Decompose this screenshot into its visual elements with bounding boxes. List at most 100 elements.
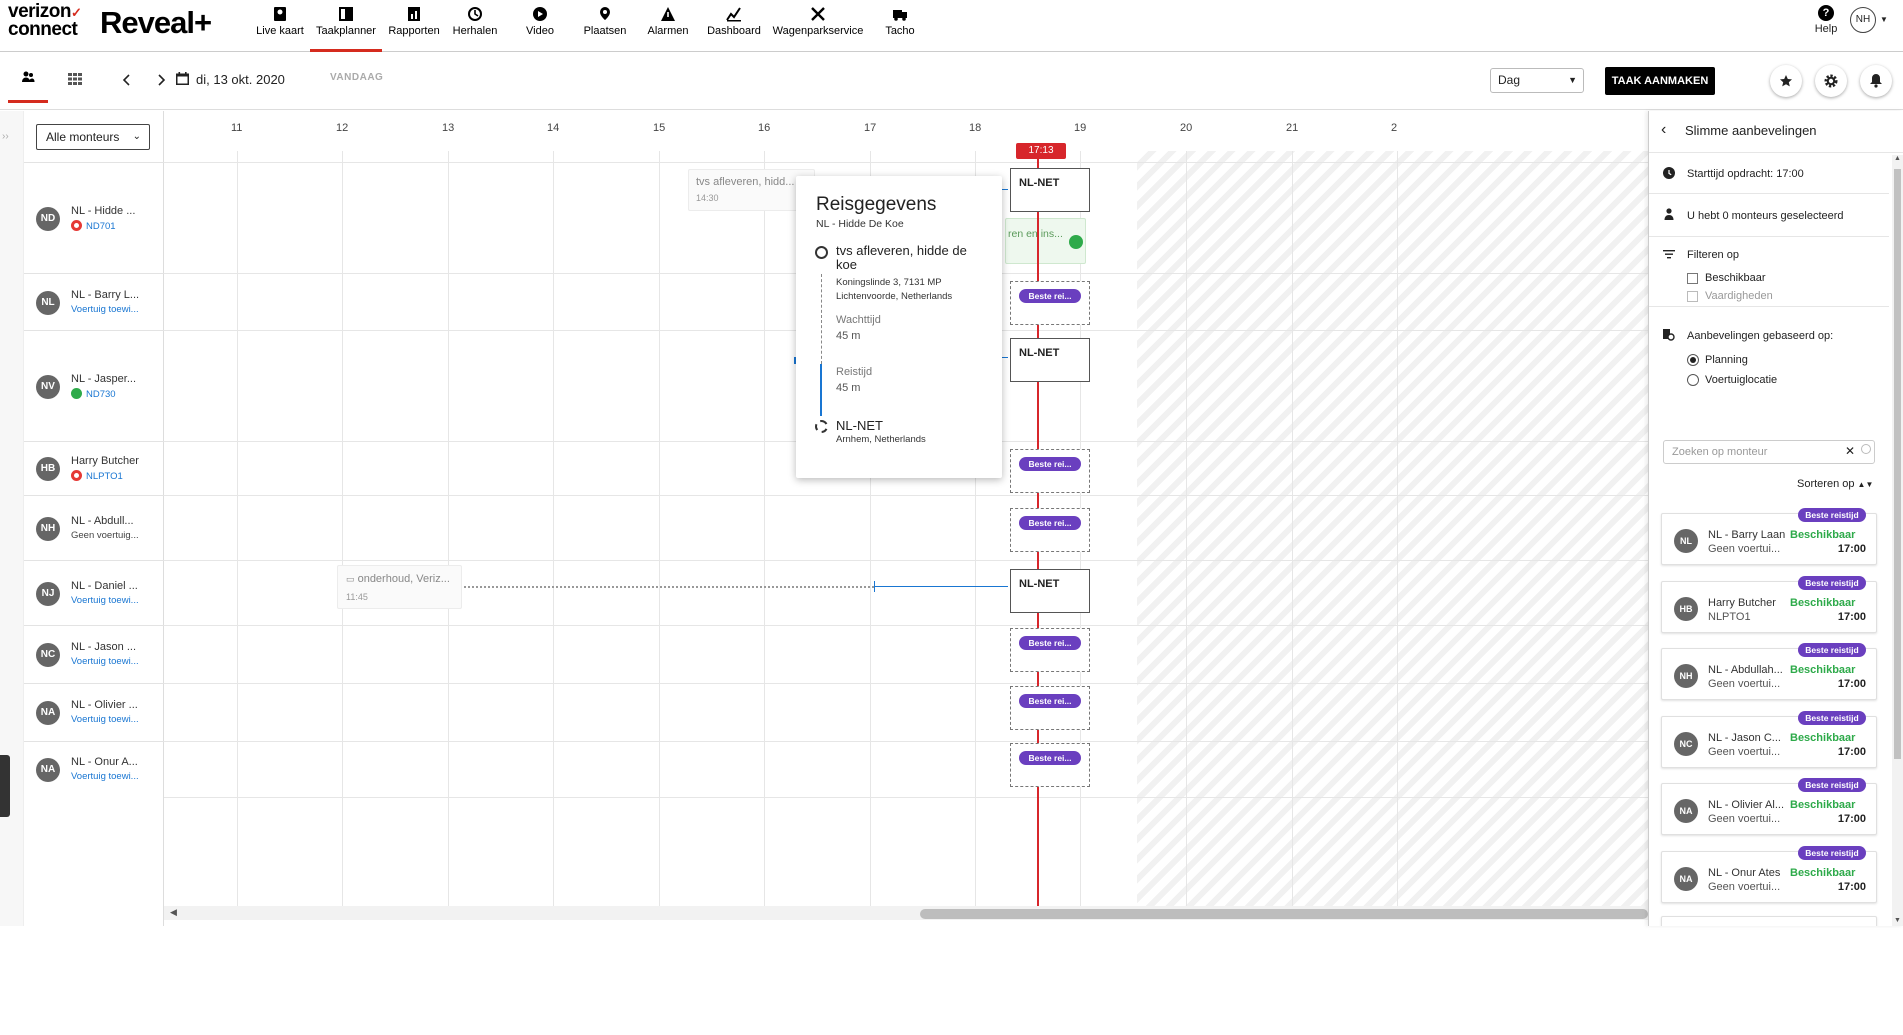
- calendar-icon[interactable]: [176, 72, 189, 85]
- create-task-button[interactable]: TAAK AANMAKEN: [1605, 67, 1715, 95]
- recommendation-card[interactable]: Beste reistijd NA NL - Olivier Al... Gee…: [1661, 778, 1877, 835]
- horizontal-scrollbar[interactable]: ◀: [164, 906, 1648, 920]
- hour-label: 13: [442, 122, 455, 134]
- row-gridline: [164, 495, 1648, 496]
- schedule-slot[interactable]: Beste rei...: [1010, 281, 1090, 325]
- nav-label: Taakplanner: [316, 25, 376, 37]
- notifications-button[interactable]: [1860, 65, 1892, 97]
- schedule-slot[interactable]: NL-NET: [1010, 338, 1090, 382]
- resource-row[interactable]: NV NL - Jasper... ND730: [24, 330, 164, 441]
- resource-row[interactable]: ND NL - Hidde ... ND701: [24, 162, 164, 273]
- resource-row[interactable]: NA NL - Onur A... Voertuig toewi...: [24, 741, 164, 797]
- replay-icon: [468, 7, 482, 21]
- schedule-slot[interactable]: Beste rei...: [1010, 508, 1090, 552]
- hour-label: 16: [758, 122, 771, 134]
- view-grid-button[interactable]: [60, 69, 88, 93]
- schedule-slot[interactable]: Beste rei...: [1010, 449, 1090, 493]
- sort-button[interactable]: Sorteren op ▲▼: [1797, 478, 1873, 490]
- help-button[interactable]: ? Help: [1808, 5, 1844, 35]
- today-button[interactable]: VANDAAG: [330, 72, 383, 83]
- vehicle-assignment[interactable]: Voertuig toewi...: [71, 714, 139, 725]
- view-mode-select[interactable]: Dag ▼: [1490, 68, 1584, 93]
- search-icon[interactable]: [1861, 444, 1871, 454]
- vehicle-assignment[interactable]: Voertuig toewi...: [71, 656, 139, 667]
- task-card-green[interactable]: ren en ins...: [1005, 218, 1086, 264]
- vehicle-assignment[interactable]: Voertuig toewi...: [71, 595, 139, 606]
- vehicle-assignment[interactable]: Voertuig toewi...: [71, 304, 139, 315]
- skills-label: Vaardigheden: [1705, 290, 1773, 302]
- feedback-tab[interactable]: [0, 755, 10, 817]
- nav-tacho[interactable]: Tacho: [880, 4, 920, 52]
- panel-scrollbar[interactable]: ▲ ▼: [1892, 155, 1903, 926]
- scroll-down-icon[interactable]: ▼: [1894, 917, 1901, 924]
- next-day-button[interactable]: [148, 69, 176, 93]
- recommendation-card[interactable]: Beste reistijd HB Harry Butcher NLPTO1 B…: [1661, 576, 1877, 633]
- vehicle-text: Voertuig toewi...: [71, 595, 139, 606]
- nav-rapporten[interactable]: Rapporten: [386, 4, 442, 52]
- scroll-left-icon[interactable]: ◀: [170, 907, 177, 918]
- available-time: 17:00: [1837, 543, 1866, 555]
- expand-icon[interactable]: ››: [2, 131, 9, 142]
- hour-label: 17: [864, 122, 877, 134]
- nav-taakplanner[interactable]: Taakplanner: [310, 4, 382, 52]
- available-checkbox[interactable]: [1687, 273, 1698, 284]
- task-card-daniel[interactable]: ▭ onderhoud, Veriz... 11:45: [337, 565, 462, 609]
- dashboard-icon: [726, 7, 741, 22]
- nav-plaatsen[interactable]: Plaatsen: [582, 4, 628, 52]
- nav-alarmen[interactable]: Alarmen: [646, 4, 690, 52]
- resource-row[interactable]: NL NL - Barry L... Voertuig toewi...: [24, 273, 164, 330]
- current-date[interactable]: di, 13 okt. 2020: [196, 72, 285, 87]
- hour-label: 12: [336, 122, 349, 134]
- back-arrow-icon[interactable]: ‹: [1661, 121, 1666, 139]
- nav-video[interactable]: Video: [520, 4, 560, 52]
- skills-checkbox[interactable]: [1687, 291, 1698, 302]
- scroll-up-icon[interactable]: ▲: [1894, 155, 1901, 162]
- hour-label: 19: [1074, 122, 1087, 134]
- recommendation-card[interactable]: Beste reistijd NC NL - Jason C... Geen v…: [1661, 711, 1877, 768]
- task-time: 14:30: [696, 193, 719, 203]
- resource-row[interactable]: NC NL - Jason ... Voertuig toewi...: [24, 625, 164, 683]
- favorites-button[interactable]: [1770, 65, 1802, 97]
- resource-row[interactable]: NA NL - Olivier ... Voertuig toewi...: [24, 683, 164, 741]
- vehicle-location-radio[interactable]: [1687, 374, 1699, 386]
- recommendation-card[interactable]: Beste reistijd NH NL - Abdullah... Geen …: [1661, 643, 1877, 700]
- scroll-thumb[interactable]: [1894, 169, 1901, 759]
- basis-title: Aanbevelingen gebaseerd op:: [1687, 330, 1834, 342]
- schedule-slot[interactable]: Beste rei...: [1010, 743, 1090, 787]
- nav-live-kaart[interactable]: Live kaart: [252, 4, 308, 52]
- technician-name: NL - Jason C...: [1708, 732, 1781, 744]
- schedule-slot[interactable]: NL-NET: [1010, 569, 1090, 613]
- nav-wagenparkservice[interactable]: Wagenparkservice: [772, 4, 864, 52]
- planning-radio[interactable]: [1687, 354, 1699, 366]
- view-by-resource-button[interactable]: [8, 65, 48, 103]
- nav-label: Wagenparkservice: [772, 25, 864, 37]
- recommendation-card[interactable]: Beste reistijd NA NL - Onur Ates Geen vo…: [1661, 846, 1877, 903]
- previous-day-button[interactable]: [114, 69, 142, 93]
- vehicle-text: Geen voertui...: [1708, 746, 1781, 758]
- schedule-slot[interactable]: NL-NET: [1010, 168, 1090, 212]
- nav-dashboard[interactable]: Dashboard: [706, 4, 762, 52]
- technician-filter-select[interactable]: Alle monteurs ⌄: [36, 124, 150, 150]
- recommendation-card-partial[interactable]: [1661, 916, 1877, 926]
- clear-icon[interactable]: ✕: [1845, 444, 1855, 458]
- best-travel-badge: Beste reistijd: [1798, 711, 1866, 725]
- best-travel-badge: Beste reistijd: [1798, 576, 1866, 590]
- scroll-thumb[interactable]: [920, 909, 1648, 919]
- user-avatar[interactable]: NH: [1850, 7, 1876, 33]
- schedule-slot[interactable]: Beste rei...: [1010, 686, 1090, 730]
- verizon-connect-logo[interactable]: verizon✓ connect: [8, 2, 90, 39]
- travel-value: 45 m: [836, 382, 861, 394]
- resource-row[interactable]: HB Harry Butcher NLPTO1: [24, 441, 164, 495]
- settings-button[interactable]: [1815, 65, 1847, 97]
- technician-search-input[interactable]: Zoeken op monteur: [1663, 440, 1875, 464]
- nav-herhalen[interactable]: Herhalen: [450, 4, 500, 52]
- recommendation-card[interactable]: Beste reistijd NL NL - Barry Laan Geen v…: [1661, 508, 1877, 565]
- vehicle-assignment[interactable]: Voertuig toewi...: [71, 771, 139, 782]
- slot-label: NL-NET: [1019, 347, 1060, 359]
- row-gridline: [164, 683, 1648, 684]
- chevron-down-icon[interactable]: ▼: [1880, 15, 1888, 24]
- schedule-slot[interactable]: Beste rei...: [1010, 628, 1090, 672]
- resource-row[interactable]: NH NL - Abdull... Geen voertuig...: [24, 495, 164, 560]
- resource-row[interactable]: NJ NL - Daniel ... Voertuig toewi...: [24, 560, 164, 625]
- destination-address: Arnhem, Netherlands: [836, 434, 926, 445]
